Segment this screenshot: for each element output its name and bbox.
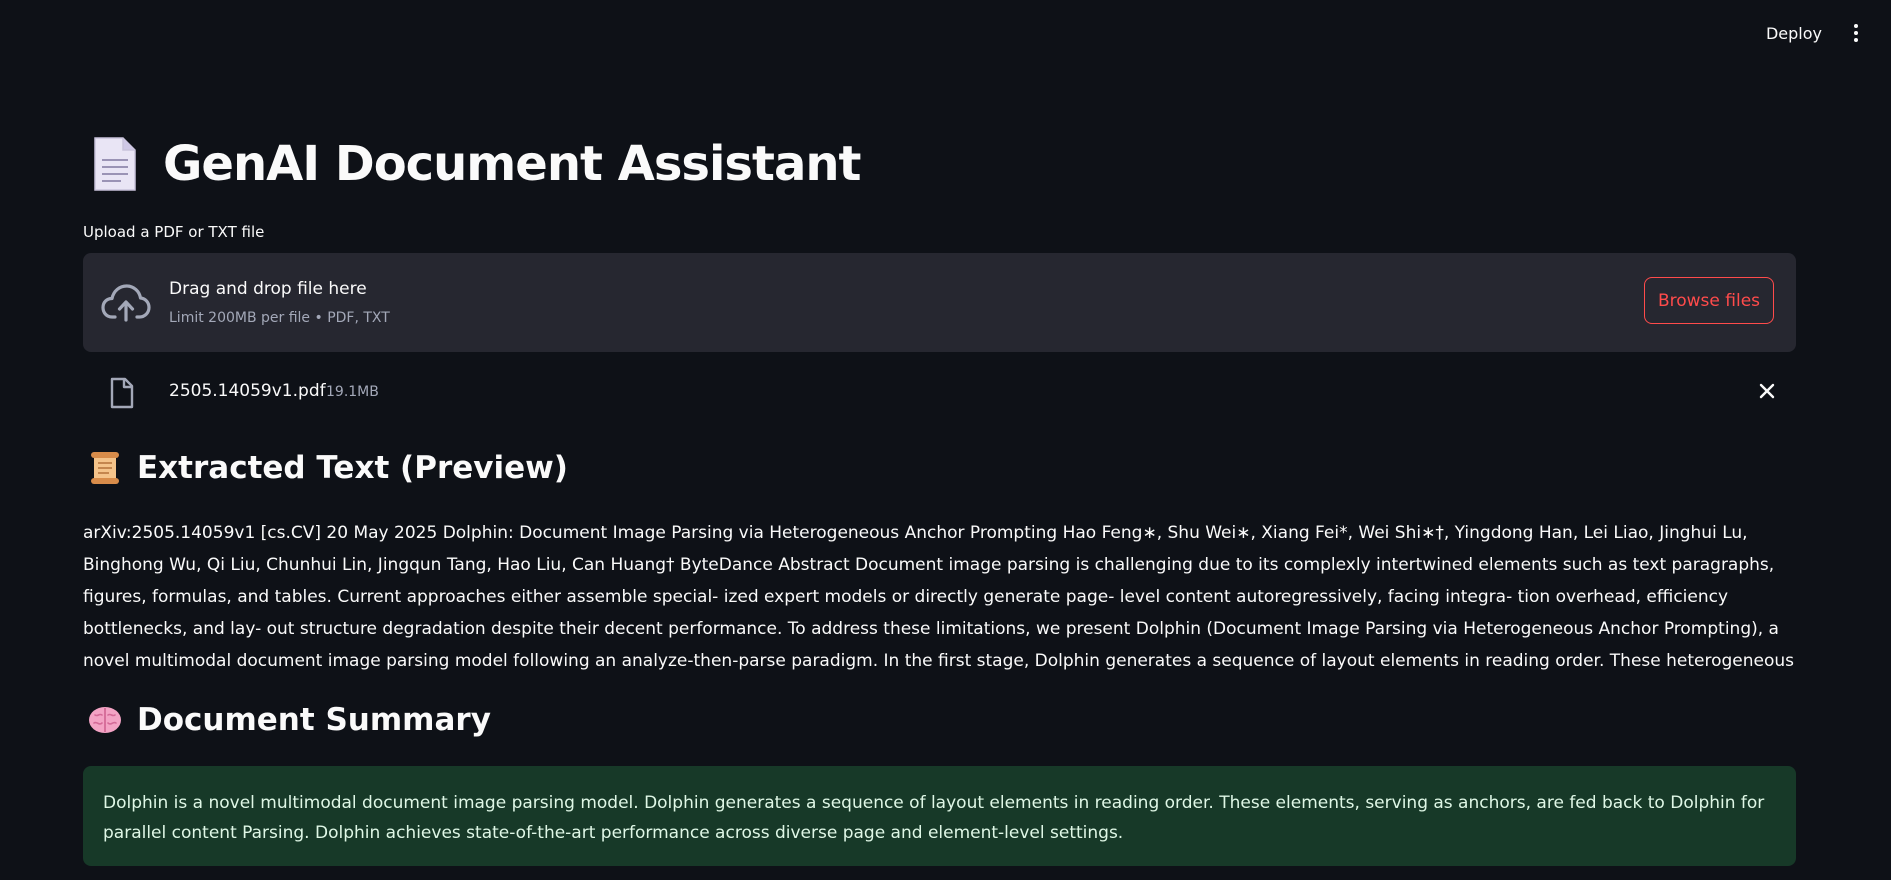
extracted-text-heading-row: Extracted Text (Preview) [87, 450, 568, 486]
browse-files-button[interactable]: Browse files [1644, 277, 1774, 324]
uploaded-file-name: 2505.14059v1.pdf [169, 381, 326, 401]
summary-text: Dolphin is a novel multimodal document i… [103, 793, 1765, 843]
summary-heading-row: Document Summary [87, 702, 491, 738]
file-icon [109, 377, 135, 409]
deploy-button[interactable]: Deploy [1756, 20, 1832, 46]
uploaded-file-size: 19.1MB [326, 384, 379, 400]
dropzone-limit-text: Limit 200MB per file • PDF, TXT [169, 310, 390, 326]
summary-box: Dolphin is a novel multimodal document i… [83, 766, 1796, 866]
kebab-menu-icon[interactable] [1844, 16, 1868, 50]
extracted-text-heading: Extracted Text (Preview) [137, 450, 568, 486]
summary-heading: Document Summary [137, 702, 491, 738]
brain-emoji-icon [87, 702, 123, 738]
file-dropzone[interactable]: Drag and drop file here Limit 200MB per … [83, 253, 1796, 352]
page-title: GenAI Document Assistant [163, 136, 861, 192]
uploader-label: Upload a PDF or TXT file [83, 223, 265, 241]
app-header: Deploy [0, 0, 1891, 66]
close-icon[interactable] [1755, 379, 1779, 403]
uploaded-file-item: 2505.14059v1.pdf 19.1MB [83, 370, 1796, 412]
dropzone-instructions: Drag and drop file here [169, 279, 367, 299]
cloud-upload-icon [101, 283, 151, 323]
extracted-text-preview: arXiv:2505.14059v1 [cs.CV] 20 May 2025 D… [83, 523, 1795, 671]
document-emoji-icon [93, 136, 137, 192]
page-title-row: GenAI Document Assistant [93, 124, 861, 204]
scroll-emoji-icon [87, 450, 123, 486]
